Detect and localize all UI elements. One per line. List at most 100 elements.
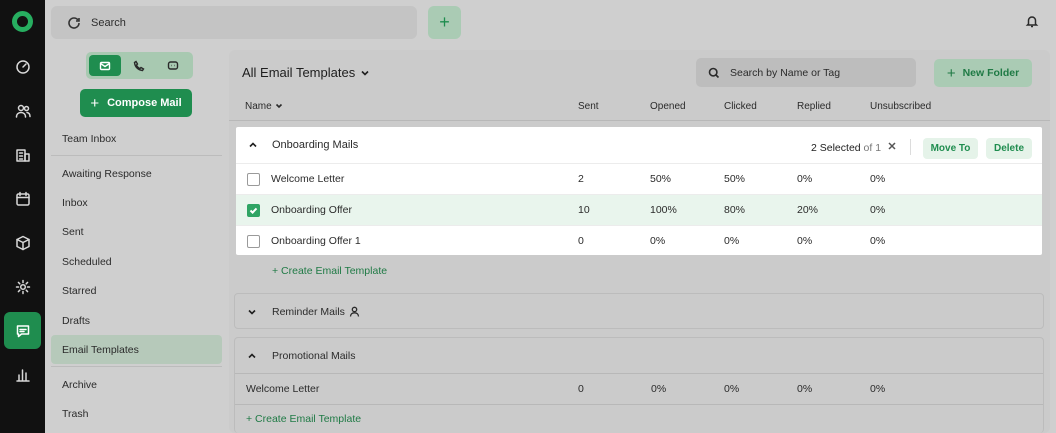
new-folder-button[interactable]: + New Folder <box>934 59 1032 87</box>
group-onboarding: Onboarding Mails 2 Selected of 1 Move To… <box>236 127 1042 255</box>
row-opened: 100% <box>650 204 677 216</box>
row-unsubscribed: 0% <box>870 204 886 216</box>
row-unsubscribed: 0% <box>870 235 886 247</box>
new-folder-label: New Folder <box>962 67 1020 79</box>
table-row[interactable]: Welcome Letter 2 50% 50% 0% 0% <box>236 163 1042 194</box>
users-icon[interactable] <box>4 92 41 129</box>
global-search[interactable]: Search <box>51 6 417 39</box>
table-row[interactable]: Onboarding Offer 10 100% 80% 20% 0% <box>236 194 1042 225</box>
group-onboarding-header[interactable]: Onboarding Mails 2 Selected of 1 Move To… <box>236 127 1042 163</box>
row-sent: 2 <box>578 173 584 185</box>
chevron-down-icon <box>275 104 282 109</box>
chat-bubble-icon[interactable] <box>157 55 189 76</box>
plus-icon: + <box>946 64 956 82</box>
row-divider <box>235 373 1043 374</box>
row-clicked: 0% <box>724 235 740 247</box>
row-checkbox[interactable] <box>247 204 260 217</box>
create-template-link[interactable]: + Create Email Template <box>246 413 361 425</box>
delete-button[interactable]: Delete <box>986 138 1032 159</box>
template-search-placeholder: Search by Name or Tag <box>730 66 841 79</box>
global-search-label: Search <box>91 16 126 29</box>
calendar-icon[interactable] <box>4 180 41 217</box>
group-reminder[interactable]: Reminder Mails <box>234 293 1044 329</box>
building-icon[interactable] <box>4 136 41 173</box>
column-name[interactable]: Name <box>245 101 283 112</box>
row-clicked: 80% <box>724 204 746 216</box>
chat-icon[interactable] <box>4 312 41 349</box>
move-to-button[interactable]: Move To <box>923 138 978 159</box>
promo-row-clicked: 0% <box>724 383 740 395</box>
bell-icon[interactable] <box>1025 14 1039 28</box>
search-icon <box>68 16 80 29</box>
row-sent: 10 <box>578 204 590 216</box>
search-icon <box>708 67 720 78</box>
column-unsubscribed: Unsubscribed <box>870 101 932 112</box>
selection-count: 2 Selected of 1 <box>811 142 881 154</box>
selected-text: 2 Selected <box>811 142 861 154</box>
sidebar-item-starred[interactable]: Starred <box>51 276 222 305</box>
close-icon[interactable] <box>887 141 897 151</box>
box-icon[interactable] <box>4 224 41 261</box>
row-replied: 0% <box>797 173 813 185</box>
templates-dropdown[interactable]: All Email Templates <box>242 65 370 80</box>
row-sent: 0 <box>578 235 584 247</box>
person-icon <box>349 306 360 320</box>
logo-icon <box>12 11 33 32</box>
group-onboarding-title: Onboarding Mails <box>272 139 359 151</box>
toolbar-divider <box>910 139 911 155</box>
row-opened: 0% <box>650 235 666 247</box>
phone-icon[interactable] <box>123 55 155 76</box>
compose-mail-button[interactable]: + Compose Mail <box>80 89 192 117</box>
check-icon <box>249 207 258 215</box>
header-divider <box>229 120 1050 121</box>
mail-icon[interactable] <box>89 55 121 76</box>
sidebar-item-drafts[interactable]: Drafts <box>51 306 222 335</box>
row-divider <box>235 404 1043 405</box>
row-replied: 20% <box>797 204 819 216</box>
column-name-label: Name <box>245 101 272 112</box>
row-name: Onboarding Offer <box>271 204 352 216</box>
row-replied: 0% <box>797 235 813 247</box>
plus-icon: + <box>90 94 100 112</box>
channel-switcher <box>86 52 193 79</box>
promo-row-unsubscribed: 0% <box>870 383 886 395</box>
template-search-input[interactable]: Search by Name or Tag <box>696 58 916 87</box>
sidebar-item-sent[interactable]: Sent <box>51 217 222 246</box>
sidebar-item-email-templates[interactable]: Email Templates <box>51 335 222 364</box>
row-name: Welcome Letter <box>271 173 345 185</box>
row-checkbox[interactable] <box>247 235 260 248</box>
column-replied: Replied <box>797 101 831 112</box>
promo-row-replied: 0% <box>797 383 813 395</box>
table-row[interactable]: Onboarding Offer 1 0 0% 0% 0% 0% <box>236 225 1042 255</box>
group-promotional-title: Promotional Mails <box>272 350 356 362</box>
mail-sidebar: + Compose Mail Team Inbox Awaiting Respo… <box>51 45 228 433</box>
create-template-link[interactable]: + Create Email Template <box>272 265 387 277</box>
top-bar: Search + <box>45 0 1056 45</box>
sidebar-item-archive[interactable]: Archive <box>51 370 222 399</box>
panel-title: All Email Templates <box>242 65 356 80</box>
compose-mail-label: Compose Mail <box>107 97 182 109</box>
row-checkbox[interactable] <box>247 173 260 186</box>
sidebar-item-team-inbox[interactable]: Team Inbox <box>51 124 222 153</box>
sidebar-item-trash[interactable]: Trash <box>51 399 222 428</box>
column-clicked: Clicked <box>724 101 757 112</box>
group-promotional: Promotional Mails Welcome Letter 0 0% 0%… <box>234 337 1044 433</box>
gear-icon[interactable] <box>4 268 41 305</box>
selected-of-text: of 1 <box>863 142 882 154</box>
chart-icon[interactable] <box>4 356 41 393</box>
sidebar-divider <box>51 155 222 156</box>
chevron-up-icon[interactable] <box>247 351 257 361</box>
chevron-up-icon[interactable] <box>248 140 258 150</box>
sidebar-divider <box>51 366 222 367</box>
sidebar-item-scheduled[interactable]: Scheduled <box>51 247 222 276</box>
sidebar-item-awaiting-response[interactable]: Awaiting Response <box>51 159 222 188</box>
dashboard-icon[interactable] <box>4 48 41 85</box>
promo-row-name[interactable]: Welcome Letter <box>246 383 319 395</box>
row-opened: 50% <box>650 173 672 185</box>
sidebar-item-inbox[interactable]: Inbox <box>51 188 222 217</box>
column-opened: Opened <box>650 101 686 112</box>
add-button[interactable]: + <box>428 6 461 39</box>
row-name: Onboarding Offer 1 <box>271 235 361 247</box>
chevron-down-icon <box>361 70 369 76</box>
row-clicked: 50% <box>724 173 746 185</box>
